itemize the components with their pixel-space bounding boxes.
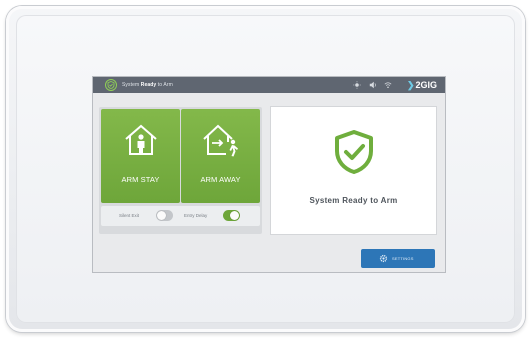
shield-check-icon <box>105 79 117 91</box>
toggle-knob <box>230 211 239 220</box>
system-status-panel: System Ready to Arm <box>271 107 436 234</box>
arming-panel: ARM STAY ARM AWAY Silent Exit Entry Dela… <box>99 107 262 234</box>
volume-icon <box>369 81 376 89</box>
touchscreen: System Ready to Arm ❯2GIG ARM STAY ARM A… <box>93 77 445 272</box>
arm-away-label: ARM AWAY <box>200 175 241 184</box>
entry-delay-label: Entry Delay <box>184 213 208 218</box>
arm-stay-button[interactable]: ARM STAY <box>101 109 180 203</box>
toggle-knob <box>157 211 166 220</box>
entry-delay-toggle[interactable] <box>223 210 240 221</box>
arming-options: Silent Exit Entry Delay <box>101 206 260 226</box>
status-text: System Ready to Arm <box>122 82 173 88</box>
house-person-icon <box>125 124 157 155</box>
arm-stay-label: ARM STAY <box>121 175 160 184</box>
silent-exit-label: Silent Exit <box>119 213 140 218</box>
ready-message: System Ready to Arm <box>309 196 398 205</box>
shield-check-icon <box>335 130 373 174</box>
settings-label: SETTINGS <box>392 256 414 261</box>
main-area: ARM STAY ARM AWAY Silent Exit Entry Dela… <box>93 93 445 272</box>
silent-exit-toggle[interactable] <box>156 210 173 221</box>
house-exit-icon <box>203 124 238 157</box>
brand-logo: ❯2GIG <box>406 80 437 90</box>
gear-icon <box>379 254 388 263</box>
wifi-icon <box>384 82 392 89</box>
settings-button[interactable]: SETTINGS <box>361 249 435 268</box>
arm-away-button[interactable]: ARM AWAY <box>181 109 260 203</box>
status-bar: System Ready to Arm ❯2GIG <box>93 77 445 93</box>
sun-icon <box>353 81 361 89</box>
